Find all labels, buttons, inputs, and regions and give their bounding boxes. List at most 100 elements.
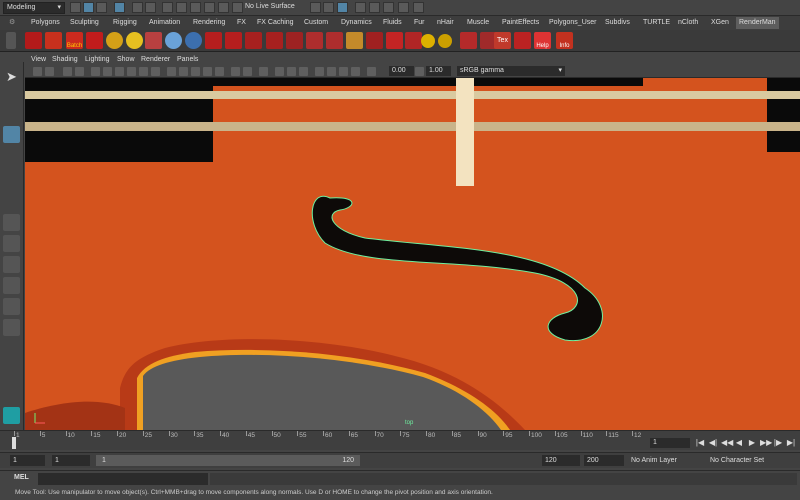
cloth-icon[interactable] [306, 32, 323, 49]
xray-joints-icon[interactable] [339, 67, 348, 76]
persp-graph-layout-icon[interactable] [3, 277, 20, 294]
color-space-dropdown[interactable]: sRGB gamma ▾ [457, 66, 565, 76]
snap-point-icon[interactable] [162, 2, 173, 13]
select-object-icon[interactable] [96, 2, 107, 13]
current-frame-field[interactable]: 1 [650, 438, 690, 448]
tab-fx[interactable]: FX [234, 17, 249, 29]
paint-select-icon[interactable] [3, 106, 20, 123]
gate-mask-icon[interactable] [127, 67, 136, 76]
snap-curve-icon[interactable] [145, 2, 156, 13]
snap-grid-icon[interactable] [132, 2, 143, 13]
tab-xgen[interactable]: XGen [708, 17, 732, 29]
bookmark-icon[interactable] [63, 67, 72, 76]
command-input[interactable] [38, 473, 208, 485]
tab-nhair[interactable]: nHair [434, 17, 457, 29]
globe-icon[interactable] [413, 2, 424, 13]
wireframe-on-shaded-icon[interactable] [191, 67, 200, 76]
wireframe-icon[interactable] [167, 67, 176, 76]
crosshair-icon[interactable] [460, 32, 477, 49]
use-all-lights-icon[interactable] [231, 67, 240, 76]
menu-view[interactable]: View [31, 54, 46, 65]
ring-light-icon[interactable] [266, 32, 283, 49]
safe-action-icon[interactable] [151, 67, 160, 76]
more-layouts-icon[interactable] [3, 340, 20, 357]
field-chart-icon[interactable] [139, 67, 148, 76]
go-to-end-icon[interactable]: ▶| [786, 438, 796, 448]
render-frame-icon[interactable] [218, 2, 229, 13]
last-tool-icon[interactable] [3, 190, 20, 207]
current-frame-marker[interactable] [12, 437, 16, 449]
character-set-dropdown[interactable]: No Character Set [700, 455, 788, 466]
gamma-field[interactable]: 1.00 [426, 66, 451, 76]
move-tool-icon[interactable] [3, 126, 20, 143]
material-icon[interactable] [366, 32, 383, 49]
script-language-toggle[interactable]: MEL [14, 474, 29, 481]
time-slider[interactable]: 1 5 10 15 20 25 30 35 40 45 50 55 60 65 70 75 80 85 90 95 10… [0, 430, 800, 450]
tab-turtle[interactable]: TURTLE [640, 17, 673, 29]
shelf-menu-icon[interactable]: ⚙ [6, 17, 18, 29]
resolution-gate-icon[interactable] [115, 67, 124, 76]
shape-icon[interactable] [386, 32, 403, 49]
menu-set-dropdown[interactable]: Modeling ▾ [3, 2, 65, 14]
snap-surface-icon[interactable] [190, 2, 201, 13]
isolate-select-icon[interactable] [315, 67, 324, 76]
single-view-layout-icon[interactable] [3, 214, 20, 231]
portal-icon[interactable] [245, 32, 262, 49]
menu-show[interactable]: Show [117, 54, 135, 65]
select-tool-icon[interactable]: ➤ [3, 68, 20, 85]
rotate-tool-icon[interactable] [3, 147, 20, 164]
smooth-shade-icon[interactable] [179, 67, 188, 76]
help-button[interactable]: Help [534, 32, 551, 49]
rect-light-icon[interactable] [286, 32, 303, 49]
menu-lighting[interactable]: Lighting [85, 54, 110, 65]
persp-outliner-layout-icon[interactable] [3, 298, 20, 315]
menu-renderer[interactable]: Renderer [141, 54, 170, 65]
motion-blur-icon[interactable] [275, 67, 284, 76]
play-backward-icon[interactable]: ◀ [734, 438, 744, 448]
info-button[interactable]: Info [556, 32, 573, 49]
playback-start-field[interactable]: 1 [52, 455, 90, 466]
textured-icon[interactable] [215, 67, 224, 76]
viewport[interactable]: top [25, 78, 800, 430]
tab-muscle[interactable]: Muscle [464, 17, 492, 29]
tab-custom[interactable]: Custom [301, 17, 331, 29]
anim-layer-dropdown[interactable]: No Anim Layer [628, 455, 696, 466]
gamma-icon[interactable] [415, 67, 424, 76]
select-component-icon[interactable] [114, 2, 125, 13]
camera-attributes-icon[interactable] [45, 67, 54, 76]
xray-components-icon[interactable] [351, 67, 360, 76]
hypershade-icon[interactable] [369, 2, 380, 13]
light-icon[interactable] [145, 32, 162, 49]
light-bulb-icon[interactable] [126, 32, 143, 49]
magnet-icon[interactable] [232, 2, 243, 13]
shader-icon[interactable] [205, 32, 222, 49]
snap-view-icon[interactable] [176, 2, 187, 13]
tab-rendering[interactable]: Rendering [190, 17, 228, 29]
tab-fluids[interactable]: Fluids [380, 17, 405, 29]
select-hierarchy-icon[interactable] [83, 2, 94, 13]
range-bar[interactable]: 1 120 [96, 455, 360, 466]
image-plane-icon[interactable] [75, 67, 84, 76]
tab-animation[interactable]: Animation [146, 17, 183, 29]
layout-options-icon[interactable] [3, 319, 20, 336]
tab-sculpting[interactable]: Sculpting [67, 17, 102, 29]
render-icon[interactable] [45, 32, 62, 49]
menu-shading[interactable]: Shading [52, 54, 78, 65]
render-globals-icon[interactable] [25, 32, 42, 49]
exposure-icon[interactable] [367, 67, 376, 76]
render-setup-icon[interactable] [383, 2, 394, 13]
construction-history-icon[interactable] [310, 2, 321, 13]
new-scene-icon[interactable] [70, 2, 81, 13]
tex-button[interactable]: Tex [494, 32, 511, 49]
live-surface-label[interactable]: No Live Surface [245, 3, 295, 10]
depth-of-field-icon[interactable] [299, 67, 308, 76]
bulb-outline-icon[interactable] [225, 32, 242, 49]
eye-icon[interactable] [106, 32, 123, 49]
shelf-options-icon[interactable] [6, 32, 16, 49]
render-refresh-icon[interactable] [86, 32, 103, 49]
tab-renderman[interactable]: RenderMan [736, 17, 779, 29]
exposure-field[interactable]: 0.00 [389, 66, 414, 76]
star-icon[interactable] [421, 34, 435, 48]
render-settings-icon[interactable] [355, 2, 366, 13]
grid-icon[interactable] [91, 67, 100, 76]
